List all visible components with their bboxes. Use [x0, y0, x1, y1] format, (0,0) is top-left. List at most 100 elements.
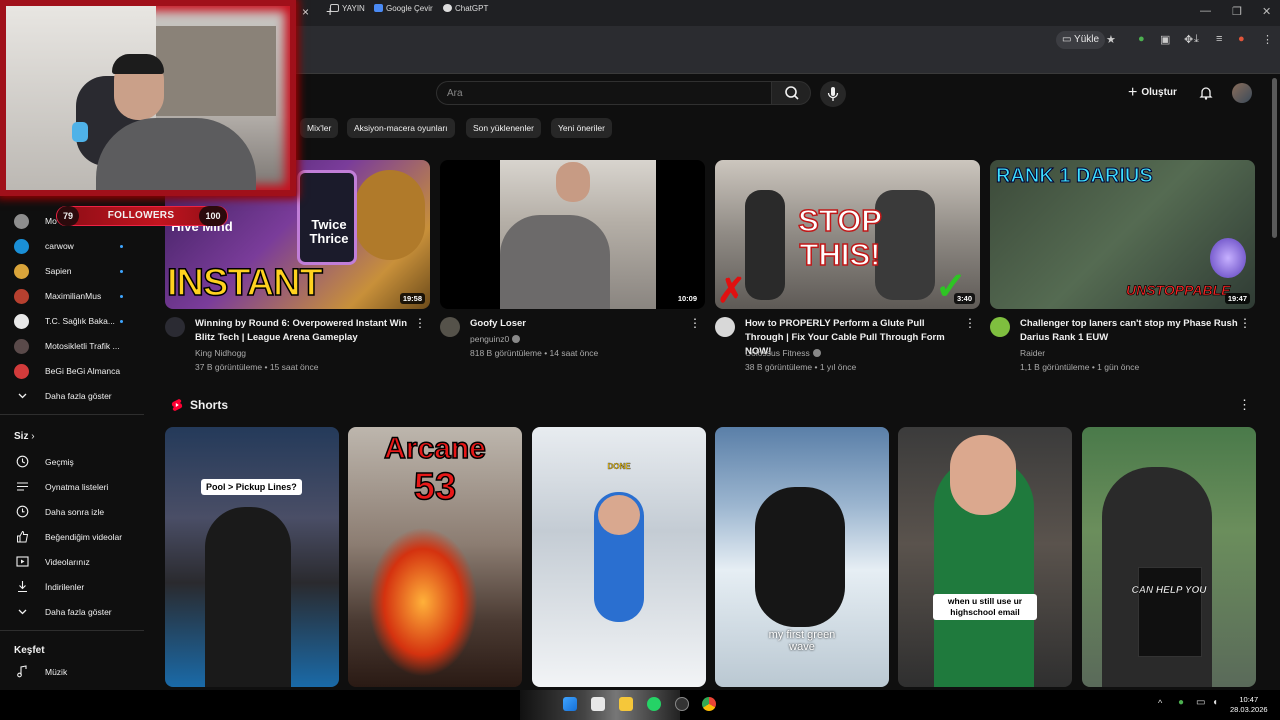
sidebar-history[interactable]: Geçmiş — [14, 452, 144, 472]
video-duration: 19:47 — [1224, 293, 1250, 304]
live-dot — [120, 295, 123, 298]
short-item[interactable]: Pool > Pickup Lines? — [165, 427, 339, 687]
create-button[interactable]: + Oluştur — [1128, 84, 1177, 102]
short-item[interactable]: Arcane 53 — [348, 427, 522, 687]
short-item[interactable]: CAN HELP YOU — [1082, 427, 1256, 687]
video-duration: 19:58 — [399, 293, 425, 304]
channel-avatar[interactable] — [990, 317, 1010, 337]
webcam-mic — [72, 122, 88, 142]
sidebar-downloads[interactable]: İndirilenler — [14, 577, 144, 597]
short-caption: 53 — [413, 466, 457, 508]
taskbar-clock[interactable]: 10:47 28.03.2026 — [1230, 695, 1268, 715]
sidebar-playlists[interactable]: Oynatma listeleri — [14, 477, 144, 497]
tab-close-button[interactable]: × — [302, 5, 309, 19]
chip-new-to-you[interactable]: Yeni öneriler — [551, 118, 612, 138]
more-actions-icon[interactable]: ⋮ — [1239, 317, 1251, 329]
more-actions-icon[interactable]: ⋮ — [414, 317, 426, 329]
short-item[interactable]: when u still use ur highschool email — [898, 427, 1072, 687]
plus-icon: + — [1128, 84, 1138, 101]
short-person — [755, 487, 845, 627]
channel-avatar[interactable] — [165, 317, 185, 337]
sidebar-sub-sapien[interactable]: Sapien — [14, 261, 144, 281]
sidebar-liked-videos[interactable]: Beğendiğim videolar — [14, 527, 144, 547]
sidebar-show-more[interactable]: Daha fazla göster — [14, 602, 144, 622]
app-icon[interactable] — [675, 697, 689, 711]
scrollbar[interactable] — [1272, 78, 1277, 238]
chip-mixes[interactable]: Mix'ler — [300, 118, 339, 138]
chrome-icon[interactable] — [702, 697, 716, 711]
thumbnail-text: Twice Thrice — [309, 217, 349, 246]
bookmark-yayin[interactable]: YAYIN — [330, 4, 365, 13]
video-duration: 3:40 — [953, 293, 975, 304]
menu-icon[interactable]: ⋮ — [1262, 33, 1273, 46]
video-info: Goofy Loser penguinz0 818 B görüntüleme … — [440, 317, 705, 377]
music-icon — [17, 665, 27, 678]
extension-icon[interactable]: ▣ — [1160, 33, 1170, 46]
video-title[interactable]: Challenger top laners can't stop my Phas… — [1020, 317, 1238, 345]
puzzle-icon[interactable]: ✥ — [1184, 33, 1193, 46]
window-close-icon[interactable]: ✕ — [1262, 5, 1271, 18]
video-title[interactable]: Winning by Round 6: Overpowered Instant … — [195, 317, 413, 345]
start-icon[interactable] — [563, 697, 577, 711]
sidebar-sub-tc-saglik[interactable]: T.C. Sağlık Baka... — [14, 311, 144, 331]
short-caption: when u still use ur highschool email — [933, 594, 1037, 620]
more-actions-icon[interactable]: ⋮ — [964, 317, 976, 329]
verified-icon — [812, 349, 821, 357]
short-caption: CAN HELP YOU — [1131, 585, 1207, 596]
channel-name[interactable]: Raider — [1020, 348, 1045, 358]
channel-name[interactable]: Colossus Fitness — [745, 348, 821, 358]
channel-avatar[interactable] — [715, 317, 735, 337]
search-button[interactable] — [771, 81, 811, 105]
notifications-button[interactable] — [1198, 85, 1214, 106]
sidebar-sub-carwow[interactable]: carwow — [14, 236, 144, 256]
voice-search-button[interactable] — [820, 81, 846, 107]
shorts-heading: Shorts — [190, 398, 229, 412]
chip-recently-uploaded[interactable]: Son yüklenenler — [466, 118, 541, 138]
channel-avatar[interactable] — [440, 317, 460, 337]
sidebar-your-videos[interactable]: Videolarınız — [14, 552, 144, 572]
sidebar-music[interactable]: Müzik — [14, 662, 144, 682]
sidebar-sub-begi[interactable]: BeGi BeGi Almanca — [14, 361, 144, 381]
profile-icon[interactable]: ● — [1238, 33, 1245, 45]
chevron-up-icon[interactable]: ^ — [1158, 698, 1162, 708]
video-title[interactable]: Goofy Loser — [470, 317, 688, 331]
video-duration: 10:09 — [674, 293, 700, 304]
upload-button[interactable]: ▭ Yükle — [1056, 31, 1106, 49]
thumbnail-person — [745, 190, 785, 300]
short-item[interactable]: my first green wave — [715, 427, 889, 687]
video-thumbnail[interactable]: 10:09 — [440, 160, 705, 309]
file-icon[interactable] — [591, 697, 605, 711]
short-object — [1138, 567, 1202, 657]
minimize-icon[interactable]: — — [1200, 5, 1211, 17]
bookmark-chatgpt[interactable]: ChatGPT — [443, 4, 488, 13]
more-actions-icon[interactable]: ⋮ — [689, 317, 701, 329]
folder-icon[interactable] — [619, 697, 633, 711]
chip-action-adventure[interactable]: Aksiyon-macera oyunları — [347, 118, 455, 138]
sidebar-you-heading[interactable]: Siz › — [14, 431, 35, 442]
sidebar-sub-motosikletli[interactable]: Motosikletli Trafik ... — [14, 336, 144, 356]
monitor-icon[interactable]: ▭ — [1196, 697, 1205, 708]
maximize-icon[interactable]: ❐ — [1232, 5, 1242, 18]
microphone-icon[interactable]: ● — [1178, 697, 1184, 708]
sidebar-watch-later[interactable]: Daha sonra izle — [14, 502, 144, 522]
search-input[interactable]: Ara — [436, 81, 772, 105]
account-avatar[interactable] — [1232, 83, 1252, 103]
sidebar-sub-maximilianmus[interactable]: MaximilianMus — [14, 286, 144, 306]
channel-name[interactable]: penguinz0 — [470, 334, 521, 344]
video-thumbnail[interactable]: RANK 1 DARIUS UNSTOPPABLE 19:47 — [990, 160, 1255, 309]
sidebar-show-more-subs[interactable]: Daha fazla göster — [14, 386, 144, 406]
media-icon[interactable]: ≡ — [1216, 33, 1222, 45]
whatsapp-icon[interactable] — [647, 697, 661, 711]
bookmark-google-translate[interactable]: Google Çevir — [374, 4, 433, 13]
clock-date: 28.03.2026 — [1230, 705, 1268, 714]
channel-name[interactable]: King Nidhogg — [195, 348, 246, 358]
speaker-icon[interactable]: ◖ — [1212, 697, 1218, 708]
download-icon[interactable]: ⤓ — [1194, 33, 1199, 46]
star-icon[interactable]: ★ — [1106, 33, 1116, 46]
extension-icon[interactable]: ● — [1138, 33, 1145, 45]
red-x-icon: ✗ — [717, 272, 746, 309]
thumbnail-character — [355, 170, 425, 260]
video-thumbnail[interactable]: STOP THIS! ✗ ✓ 3:40 — [715, 160, 980, 309]
more-actions-icon[interactable]: ⋮ — [1238, 397, 1251, 413]
short-item[interactable]: DONE — [532, 427, 706, 687]
